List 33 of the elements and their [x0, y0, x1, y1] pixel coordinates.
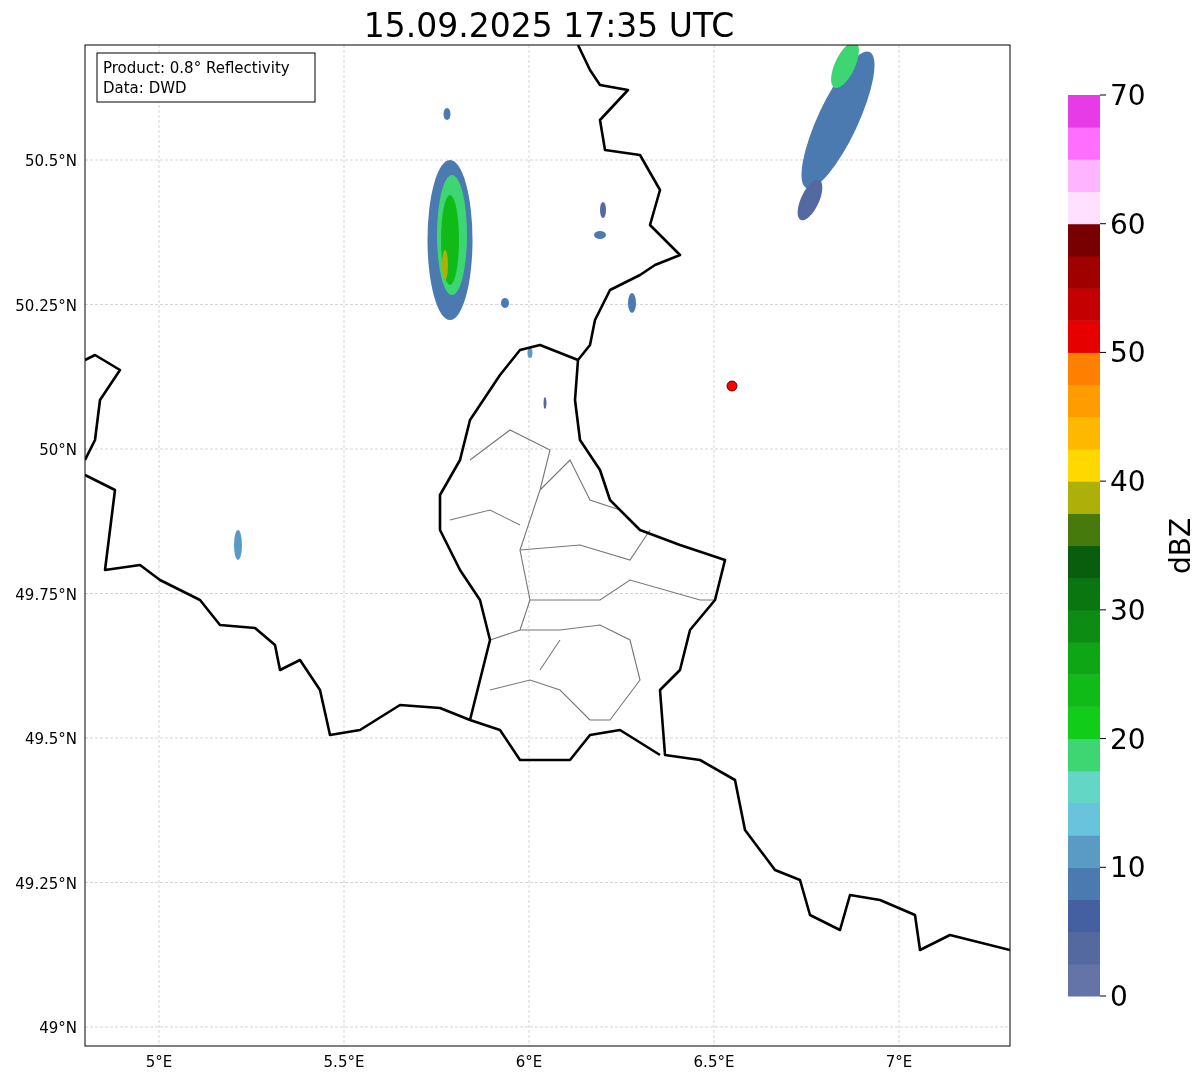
colorbar-tick-label: 30	[1110, 593, 1146, 627]
radar-echo-drawing	[501, 298, 509, 308]
axis-tick-label: 50.5°N	[24, 152, 77, 170]
colorbar-tick-label: 70	[1110, 79, 1146, 112]
radar-echo-drawing	[527, 348, 533, 358]
colorbar-tick-label: 20	[1110, 722, 1146, 756]
legend-text: Data: DWD	[103, 79, 187, 97]
colorbar-tick-label: 0	[1110, 980, 1128, 1013]
colorbar-tick-label: 60	[1110, 207, 1146, 241]
axis-tick-label: 49.75°N	[15, 585, 77, 604]
axis-tick-label: 49.5°N	[24, 730, 77, 748]
radar-echo-drawing	[443, 108, 451, 120]
location-marker	[726, 380, 738, 392]
chart-title: 15.09.2025 17:35 UTC	[363, 6, 735, 45]
radar-echo-drawing	[234, 530, 242, 560]
colorbar-tick-label: 40	[1110, 465, 1146, 499]
legend-text: Product: 0.8° Reflectivity	[103, 59, 290, 77]
colorbar-tick-label: 10	[1110, 851, 1146, 885]
axis-tick-label: 5°E	[145, 1053, 173, 1071]
axis-tick-label: 6.5°E	[693, 1053, 735, 1071]
axis-tick-label: 50.25°N	[15, 296, 77, 315]
axis-tick-label: 50°N	[39, 441, 77, 459]
radar-echo-drawing	[628, 293, 636, 313]
colorbar-tick-label: 50	[1110, 336, 1146, 370]
colorbar-label: dBZ	[1164, 517, 1197, 575]
radar-echo-drawing	[594, 231, 606, 239]
axis-tick-label: 5.5°E	[323, 1053, 365, 1071]
axis-tick-label: 49°N	[39, 1019, 77, 1037]
axis-tick-label: 6°E	[515, 1053, 543, 1071]
radar-echo-drawing	[600, 202, 606, 218]
axis-tick-label: 7°E	[885, 1053, 913, 1071]
radar-echo-drawing	[543, 397, 547, 409]
axis-tick-label: 49.25°N	[15, 874, 77, 893]
